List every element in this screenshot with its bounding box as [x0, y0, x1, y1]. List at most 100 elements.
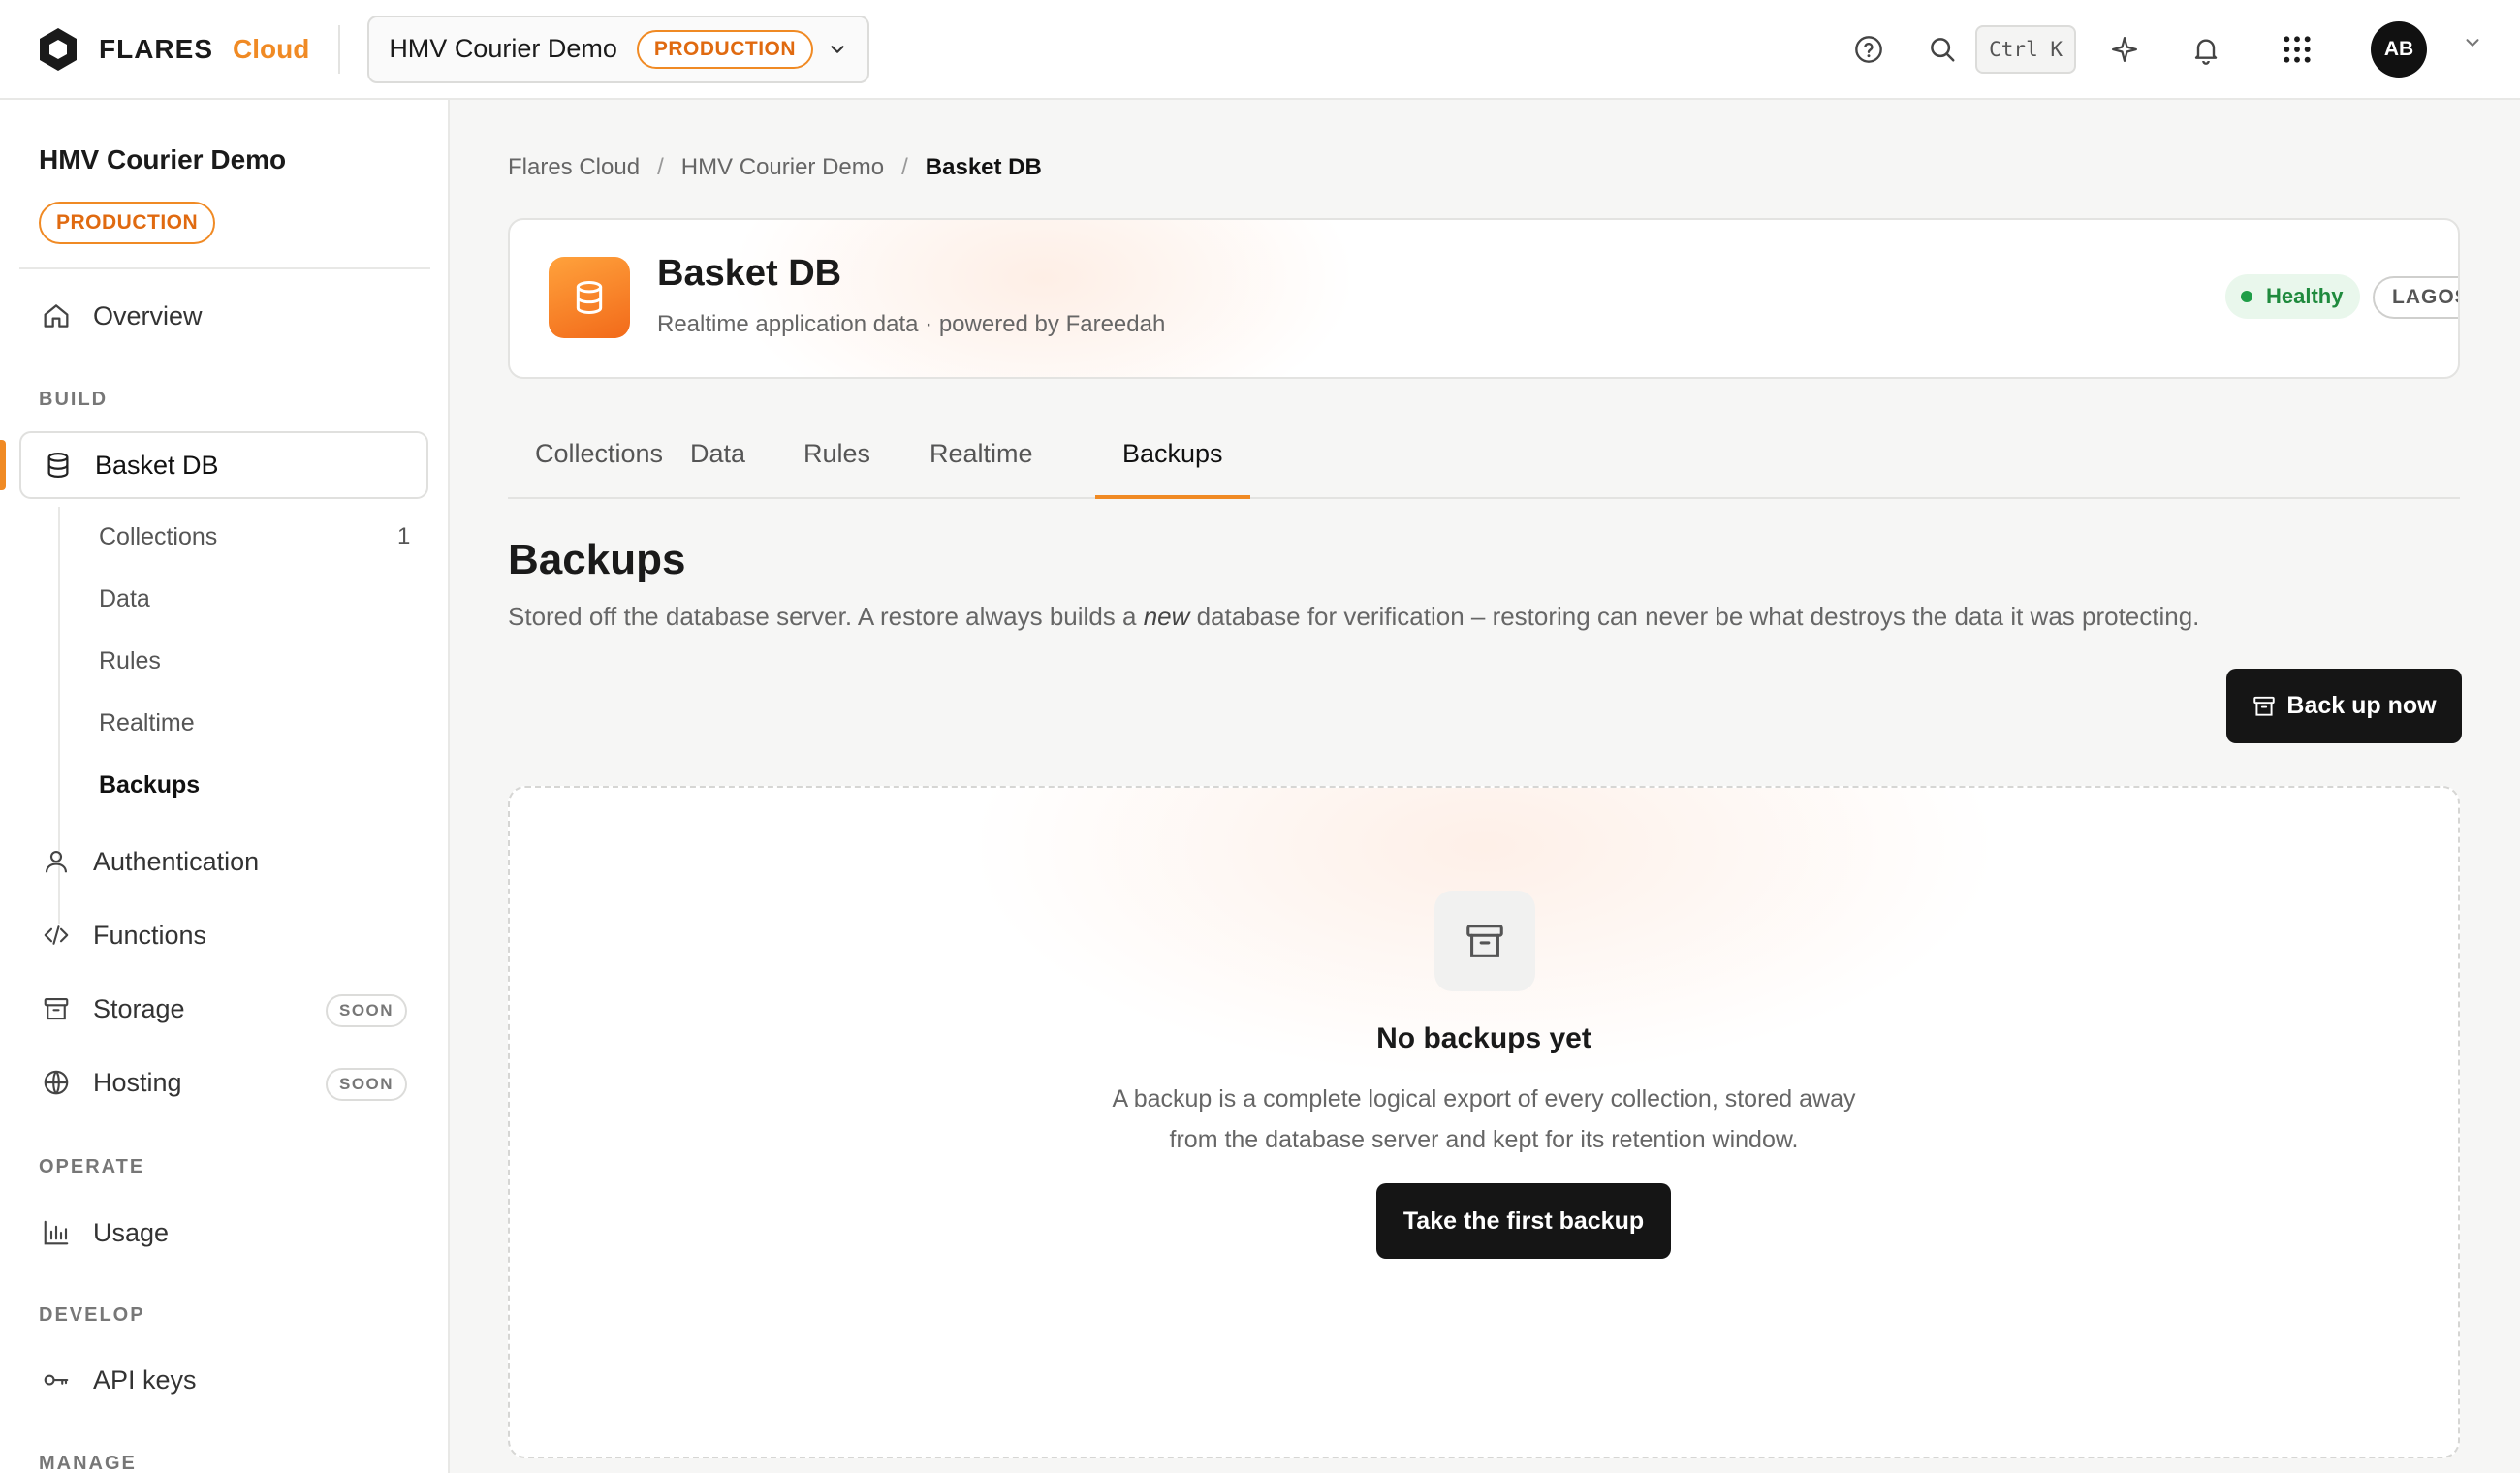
bell-icon: [2194, 39, 2218, 65]
archive-icon: [39, 991, 74, 1026]
description-text: database for verification – restoring ca…: [1189, 602, 2200, 631]
sidebar-item-label: Functions: [93, 920, 207, 950]
home-icon: [39, 298, 74, 333]
brand-cloud: Cloud: [233, 33, 310, 64]
sidebar-item-label: Overview: [93, 300, 203, 330]
main-content: Flares Cloud / HMV Courier Demo / Basket…: [450, 100, 2520, 1473]
empty-state-line: A backup is a complete logical export of…: [1112, 1085, 1856, 1113]
sidebar-subitem-rules[interactable]: Rules: [99, 647, 161, 675]
sidebar-item-label: Usage: [93, 1217, 170, 1247]
chevron-down-icon[interactable]: [2462, 32, 2483, 53]
breadcrumb-separator: /: [657, 154, 664, 180]
sidebar-item-functions[interactable]: Functions: [19, 901, 428, 969]
search-shortcut[interactable]: Ctrl K: [1975, 24, 2076, 74]
back-up-now-button[interactable]: Back up now: [2226, 669, 2462, 743]
soon-badge: SOON: [326, 994, 408, 1027]
breadcrumb-current: Basket DB: [925, 154, 1042, 180]
empty-state-description: A backup is a complete logical export of…: [510, 1079, 2458, 1160]
section-title: Backups: [508, 536, 686, 583]
sidebar-project-name: HMV Courier Demo: [39, 144, 287, 174]
active-indicator: [0, 440, 6, 490]
chevron-down-icon: [831, 45, 844, 53]
database-subtitle: Realtime application data · powered by F…: [657, 311, 1166, 337]
tab-collections[interactable]: Collections: [535, 439, 663, 499]
sparkle-icon: [2112, 36, 2137, 62]
region-badge: LAGOS: [2373, 276, 2458, 319]
database-title: Basket DB: [657, 253, 842, 294]
globe-icon: [39, 1065, 74, 1100]
apps-grid-icon: [2284, 35, 2311, 63]
status-badge: Healthy: [2225, 274, 2361, 319]
tab-backups[interactable]: Backups: [1122, 439, 1223, 499]
sidebar-item-usage[interactable]: Usage: [19, 1199, 428, 1267]
avatar[interactable]: AB: [2371, 20, 2427, 78]
archive-icon: [2252, 694, 2277, 719]
sidebar-env-badge: PRODUCTION: [39, 202, 216, 244]
collections-count: 1: [397, 523, 411, 549]
empty-state-title: No backups yet: [1376, 1022, 1591, 1054]
sidebar-item-basket-db[interactable]: Basket DB: [19, 431, 428, 499]
status-label: Healthy: [2266, 284, 2344, 308]
breadcrumb-link[interactable]: Flares Cloud: [508, 154, 640, 181]
top-actions: Ctrl K AB: [1849, 20, 2483, 78]
sidebar-subitem-realtime[interactable]: Realtime: [99, 709, 195, 737]
sidebar-item-authentication[interactable]: Authentication: [19, 828, 428, 895]
key-icon: [39, 1363, 74, 1397]
env-badge: PRODUCTION: [636, 29, 814, 69]
help-icon: [1855, 35, 1883, 63]
section-description: Stored off the database server. A restor…: [508, 602, 2199, 632]
divider: [338, 24, 341, 74]
breadcrumb-link[interactable]: HMV Courier Demo: [681, 154, 884, 181]
section-label-build: BUILD: [39, 389, 109, 410]
sidebar-item-label: API keys: [93, 1364, 197, 1395]
active-tab-indicator: [1095, 495, 1250, 499]
breadcrumb: Flares Cloud / HMV Courier Demo / Basket…: [508, 154, 1042, 181]
tab-data[interactable]: Data: [690, 439, 745, 499]
search-icon: [1931, 37, 1955, 61]
take-first-backup-button[interactable]: Take the first backup: [1376, 1183, 1671, 1259]
empty-state-line: from the database server and kept for it…: [1169, 1126, 1799, 1153]
breadcrumb-separator: /: [901, 154, 908, 180]
top-bar: FLARES Cloud HMV Courier Demo PRODUCTION…: [0, 0, 2520, 100]
tab-rules[interactable]: Rules: [803, 439, 870, 499]
database-icon: [549, 257, 630, 338]
code-icon: [39, 918, 74, 953]
apps-button[interactable]: [2278, 30, 2316, 69]
tab-realtime[interactable]: Realtime: [929, 439, 1033, 499]
notifications-button[interactable]: [2187, 30, 2225, 69]
project-selector[interactable]: HMV Courier Demo PRODUCTION: [367, 15, 870, 83]
brand[interactable]: FLARES Cloud: [37, 26, 309, 73]
database-header-card: Basket DB Realtime application data · po…: [508, 218, 2460, 379]
project-name: HMV Courier Demo: [389, 34, 617, 63]
help-button[interactable]: [1849, 30, 1888, 69]
sidebar-subitem-collections[interactable]: Collections: [99, 523, 217, 551]
brand-name: FLARES: [99, 33, 213, 64]
sidebar-item-label: Basket DB: [95, 450, 219, 480]
decorative-glow: [704, 220, 1382, 377]
bar-chart-icon: [39, 1215, 74, 1250]
status-dot-icon: [2241, 291, 2252, 302]
ai-assistant-button[interactable]: [2105, 30, 2144, 69]
sidebar-item-overview[interactable]: Overview: [19, 282, 428, 350]
sidebar-item-label: Hosting: [93, 1067, 182, 1097]
sidebar-item-label: Storage: [93, 993, 185, 1023]
sidebar: HMV Courier Demo PRODUCTION Overview BUI…: [0, 100, 450, 1473]
description-emphasis: new: [1143, 602, 1190, 631]
flares-logo-icon: [40, 27, 77, 71]
button-label: Back up now: [2286, 692, 2437, 719]
search-button[interactable]: [1923, 30, 1962, 69]
sidebar-subitem-backups[interactable]: Backups: [99, 771, 200, 799]
description-text: Stored off the database server. A restor…: [508, 602, 1144, 631]
sidebar-subitem-data[interactable]: Data: [99, 585, 150, 613]
sidebar-item-api-keys[interactable]: API keys: [19, 1346, 428, 1414]
empty-state: No backups yet A backup is a complete lo…: [508, 786, 2460, 1458]
tab-bar: Collections Data Rules Realtime Backups: [508, 420, 2460, 499]
section-label-develop: DEVELOP: [39, 1304, 145, 1326]
user-icon: [39, 844, 74, 879]
divider: [19, 267, 430, 269]
soon-badge: SOON: [326, 1068, 408, 1101]
database-icon: [41, 448, 76, 483]
section-label-operate: OPERATE: [39, 1156, 145, 1177]
archive-icon: [1434, 891, 1535, 991]
sidebar-item-label: Authentication: [93, 846, 260, 876]
